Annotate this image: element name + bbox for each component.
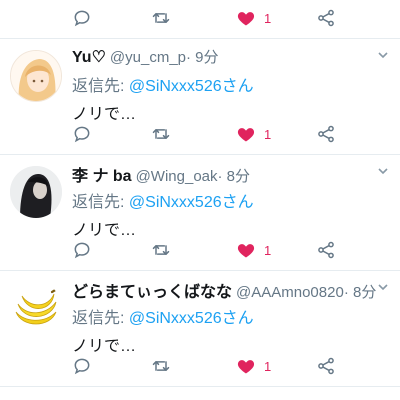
timestamp: · 8分 [217, 168, 251, 185]
banana-avatar-icon [10, 282, 62, 334]
retweet-button[interactable] [150, 232, 172, 268]
like-button[interactable]: 1 [236, 232, 271, 268]
reply-handle-link[interactable]: @SiNxxx526さん [129, 78, 254, 95]
reply-icon [74, 242, 90, 259]
share-button[interactable] [316, 348, 336, 384]
share-button[interactable] [316, 232, 336, 268]
avatar[interactable] [10, 166, 62, 218]
like-count: 1 [264, 358, 272, 374]
reply-button[interactable] [72, 348, 92, 384]
dark-hair-avatar-icon [10, 166, 62, 218]
share-button[interactable] [316, 0, 336, 36]
like-button[interactable]: 1 [236, 348, 271, 384]
tweet-header: どらまてぃっくばなな @AAAmno0820 · 8分 [72, 278, 377, 302]
chevron-down-icon[interactable] [376, 48, 390, 62]
heart-filled-icon [237, 12, 255, 26]
reply-icon [74, 126, 90, 143]
like-count: 1 [264, 10, 272, 26]
reply-handle-link[interactable]: @SiNxxx526さん [129, 310, 254, 327]
share-icon [318, 9, 334, 27]
tweet-actions: 1 [0, 232, 400, 268]
like-count: 1 [264, 242, 272, 258]
avatar[interactable] [10, 50, 62, 102]
like-count: 1 [264, 126, 272, 142]
retweet-button[interactable] [150, 116, 172, 152]
share-button[interactable] [316, 116, 336, 152]
reply-button[interactable] [72, 232, 92, 268]
tweet-actions: 1 [0, 116, 400, 152]
reply-context: 返信先: @SiNxxx526さん [72, 188, 254, 212]
divider [0, 154, 400, 155]
tweet-actions: 1 [0, 348, 400, 384]
like-button[interactable]: 1 [236, 116, 271, 152]
divider [0, 386, 400, 387]
retweet-icon [152, 13, 170, 23]
reply-button[interactable] [72, 116, 92, 152]
divider [0, 270, 400, 271]
display-name[interactable]: Yu♡ [72, 47, 106, 67]
retweet-icon [152, 361, 170, 371]
handle[interactable]: @Wing_oak [136, 168, 218, 185]
reply-context: 返信先: @SiNxxx526さん [72, 304, 254, 328]
reply-prefix: 返信先: [72, 78, 129, 95]
reply-icon [74, 358, 90, 375]
top-tweet-actions: 1 [0, 0, 400, 36]
heart-filled-icon [237, 360, 255, 374]
tweet-header: Yu♡ @yu_cm_p · 9分 [72, 46, 219, 68]
reply-prefix: 返信先: [72, 310, 129, 327]
reply-icon [74, 10, 90, 27]
share-icon [318, 125, 334, 143]
timestamp: · 8分 [343, 284, 377, 301]
reply-context: 返信先: @SiNxxx526さん [72, 72, 254, 96]
retweet-button[interactable] [150, 348, 172, 384]
anime-girl-avatar-icon [11, 51, 61, 101]
display-name[interactable]: どらまてぃっくばなな [72, 278, 232, 302]
heart-filled-icon [237, 244, 255, 258]
share-icon [318, 357, 334, 375]
retweet-button[interactable] [150, 0, 172, 36]
share-icon [318, 241, 334, 259]
display-name[interactable]: 李 ナ ba [72, 162, 132, 186]
handle[interactable]: @yu_cm_p [110, 49, 186, 66]
reply-handle-link[interactable]: @SiNxxx526さん [129, 194, 254, 211]
tweet-header: 李 ナ ba @Wing_oak · 8分 [72, 162, 251, 186]
chevron-down-icon[interactable] [376, 164, 390, 178]
reply-button[interactable] [72, 0, 92, 36]
timestamp: · 9分 [186, 49, 219, 66]
retweet-icon [152, 129, 170, 139]
handle[interactable]: @AAAmno0820 [236, 284, 344, 301]
divider [0, 38, 400, 39]
like-button[interactable]: 1 [236, 0, 271, 36]
reply-prefix: 返信先: [72, 194, 129, 211]
retweet-icon [152, 245, 170, 255]
avatar[interactable] [10, 282, 62, 334]
heart-filled-icon [237, 128, 255, 142]
chevron-down-icon[interactable] [376, 280, 390, 294]
